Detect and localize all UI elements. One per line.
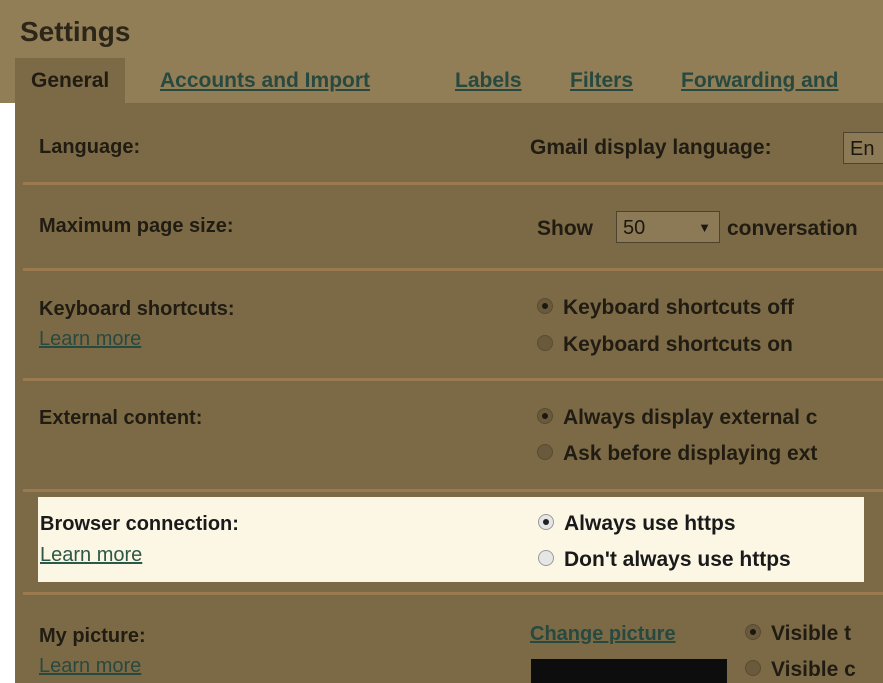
- language-label: Language:: [39, 136, 141, 158]
- page-size-select[interactable]: 50 ▼: [616, 211, 720, 243]
- keyboard-shortcuts-off-option[interactable]: Keyboard shortcuts off: [537, 293, 794, 323]
- ask-before-displaying-option[interactable]: Ask before displaying ext: [537, 439, 817, 469]
- browser-connection-highlight: Browser connection: Learn more Always us…: [38, 497, 864, 582]
- tab-filters[interactable]: Filters: [570, 58, 633, 103]
- settings-window: Settings General Accounts and Import Lab…: [0, 0, 883, 683]
- profile-picture-thumbnail[interactable]: [531, 659, 727, 683]
- page-title: Settings: [20, 16, 131, 47]
- tab-general[interactable]: General: [15, 58, 126, 103]
- chevron-down-icon: ▼: [698, 220, 711, 235]
- radio-checked-icon[interactable]: [537, 408, 553, 425]
- radio-checked-icon[interactable]: [745, 624, 761, 641]
- keyboard-learn-more-link[interactable]: Learn more: [39, 328, 141, 351]
- radio-unchecked-icon[interactable]: [745, 660, 761, 677]
- browser-connection-label: Browser connection:: [40, 513, 239, 535]
- settings-panel: Language: Gmail display language: En Max…: [15, 103, 883, 683]
- keyboard-shortcuts-label: Keyboard shortcuts:: [39, 298, 235, 320]
- page-size-label: Maximum page size:: [39, 215, 234, 237]
- divider: [23, 268, 883, 271]
- always-use-https-option[interactable]: Always use https: [538, 509, 736, 539]
- divider: [23, 592, 883, 595]
- tab-forwarding[interactable]: Forwarding and: [681, 58, 839, 103]
- language-select[interactable]: En: [843, 132, 883, 164]
- radio-unchecked-icon[interactable]: [537, 335, 553, 352]
- tab-accounts-and-import[interactable]: Accounts and Import: [160, 58, 370, 103]
- always-display-external-option[interactable]: Always display external c: [537, 403, 817, 433]
- divider: [23, 378, 883, 381]
- radio-checked-icon[interactable]: [538, 514, 554, 531]
- settings-header: Settings General Accounts and Import Lab…: [0, 0, 883, 103]
- tab-labels[interactable]: Labels: [455, 58, 522, 103]
- my-picture-label: My picture:: [39, 625, 146, 647]
- picture-learn-more-link[interactable]: Learn more: [39, 655, 141, 678]
- radio-unchecked-icon[interactable]: [537, 444, 553, 461]
- picture-visible-option-2[interactable]: Visible c: [745, 655, 856, 683]
- conversations-label: conversation: [727, 217, 858, 240]
- change-picture-link[interactable]: Change picture: [530, 623, 676, 646]
- browser-learn-more-link[interactable]: Learn more: [40, 544, 142, 567]
- picture-visible-option-1[interactable]: Visible t: [745, 619, 851, 649]
- divider: [23, 489, 883, 492]
- page-size-value: 50: [623, 217, 646, 239]
- radio-unchecked-icon[interactable]: [538, 550, 554, 567]
- external-content-label: External content:: [39, 407, 203, 429]
- divider: [23, 182, 883, 185]
- radio-checked-icon[interactable]: [537, 298, 553, 315]
- language-select-value: En: [850, 138, 875, 160]
- keyboard-shortcuts-on-option[interactable]: Keyboard shortcuts on: [537, 330, 793, 360]
- dont-always-use-https-option[interactable]: Don't always use https: [538, 545, 791, 575]
- display-language-label: Gmail display language:: [530, 136, 772, 159]
- show-label: Show: [537, 217, 593, 240]
